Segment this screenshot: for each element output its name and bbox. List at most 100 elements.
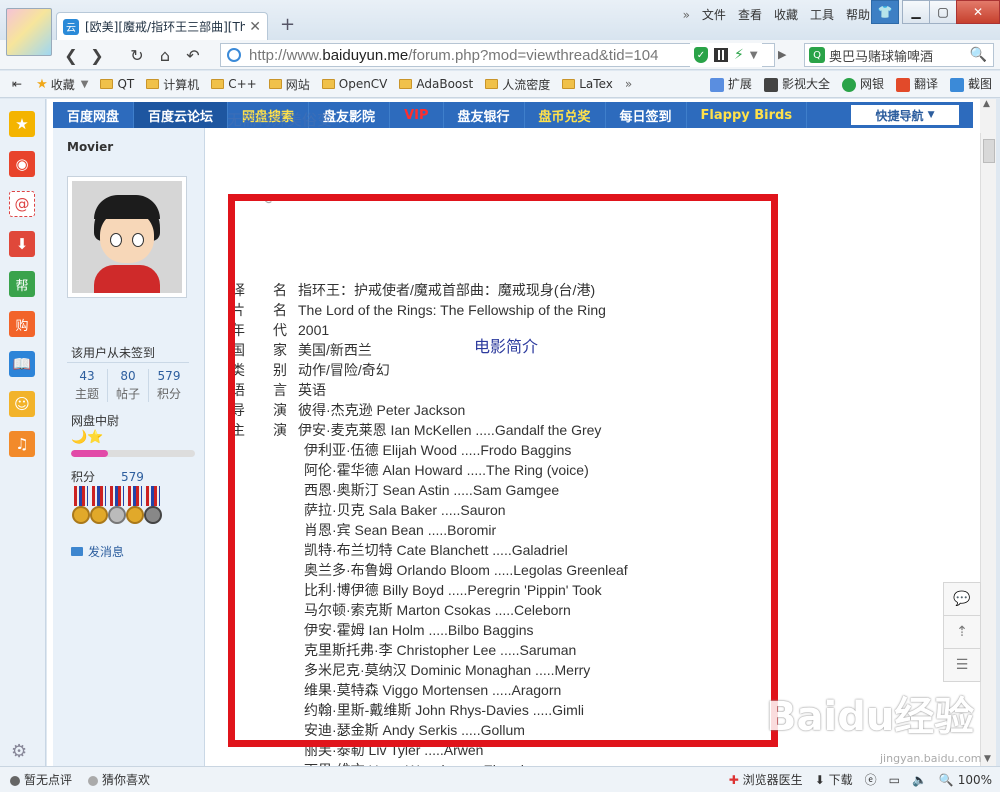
folder-icon <box>562 79 576 89</box>
new-tab-button[interactable]: + <box>280 14 295 35</box>
qr-code-icon[interactable] <box>714 48 728 62</box>
tab-active[interactable]: 云 [欧美][魔戒/指环王三部曲][The Lord ✕ <box>56 12 268 40</box>
scroll-down-icon[interactable]: ▼ <box>984 754 991 764</box>
menu-help[interactable]: 帮助 <box>846 6 870 23</box>
search-input[interactable]: Q 奥巴马赌球输啤酒 🔍 <box>804 43 994 67</box>
nav-exchange[interactable]: 盘币兑奖 <box>525 102 606 128</box>
menu-expand-icon[interactable]: » <box>683 8 690 22</box>
bank-button[interactable]: 网银 <box>841 75 884 92</box>
bookmark-favorites[interactable]: ★ 收藏 ▼ <box>36 76 88 93</box>
volume-icon[interactable]: 🔈 <box>912 773 927 787</box>
quick-nav-button[interactable]: 快捷导航 ▼ <box>851 105 959 125</box>
nav-overlay-text: 无需特殊美俗变 <box>227 111 333 129</box>
screenshot-button[interactable]: 截图 <box>949 75 992 92</box>
forward-icon[interactable]: ❯ <box>86 44 108 66</box>
mail-icon[interactable]: @ <box>9 191 35 217</box>
close-button[interactable]: ✕ <box>956 0 1000 24</box>
translate-button[interactable]: 翻译 <box>895 75 938 92</box>
tab-close-icon[interactable]: ✕ <box>249 19 261 35</box>
recommend-button[interactable]: 猜你喜欢 <box>88 771 150 788</box>
download-icon[interactable]: ⬇ <box>9 231 35 257</box>
nav-baidu-pan[interactable]: 百度网盘 <box>53 102 135 128</box>
medal-icon[interactable] <box>143 486 163 532</box>
cast-entry: 伊安·霍姆 Ian Holm .....Bilbo Baggins <box>304 622 534 638</box>
bookmark-opencv[interactable]: OpenCV <box>321 77 387 91</box>
cast-entry: 约翰·里斯-戴维斯 John Rhys-Davies .....Gimli <box>304 702 585 718</box>
help-icon[interactable]: 帮 <box>9 271 35 297</box>
no-review-button[interactable]: 暂无点评 <box>10 771 72 788</box>
avatar[interactable] <box>67 176 187 298</box>
stat-points[interactable]: 579 积分 <box>149 369 189 402</box>
settings-gear-icon[interactable]: ⚙ <box>11 741 27 762</box>
nav-daily-signin[interactable]: 每日签到 <box>606 102 687 128</box>
username[interactable]: Movier <box>67 140 113 154</box>
bookmark-qt[interactable]: QT <box>100 77 134 91</box>
synopsis-title: 电影简介 <box>474 339 539 356</box>
emoji-icon[interactable]: ☺ <box>9 391 35 417</box>
info-value: 指环王：护戒使者/魔戒首部曲：魔戒现身(台/港) <box>298 282 596 298</box>
shopping-icon[interactable]: 购 <box>9 311 35 337</box>
undo-icon[interactable]: ↶ <box>182 44 204 66</box>
medal-coin <box>144 506 162 524</box>
bookmark-cpp[interactable]: C++ <box>211 77 257 91</box>
stat-number: 579 <box>157 369 181 383</box>
monitor-icon[interactable]: ▭ <box>889 773 900 787</box>
go-icon[interactable]: ▶ <box>778 48 786 61</box>
menu-file[interactable]: 文件 <box>702 6 726 23</box>
search-icon[interactable]: 🔍 <box>970 47 987 63</box>
video-button[interactable]: 影视大全 <box>763 75 830 92</box>
nav-vip[interactable]: VIP <box>390 102 444 128</box>
zoom-level: 100% <box>957 772 992 787</box>
browser-doctor-button[interactable]: ✚ 浏览器医生 <box>729 771 803 788</box>
download-button[interactable]: ⬇ 下载 <box>815 771 853 788</box>
post-content: ⟳ 电影简介 译 名指环王：护戒使者/魔戒首部曲：魔戒现身(台/港) 片 名 The… <box>206 128 980 766</box>
comment-icon[interactable]: 💬 <box>943 582 981 616</box>
stat-posts[interactable]: 80 帖子 <box>108 369 149 402</box>
scrollbar-thumb[interactable] <box>983 139 995 163</box>
favorites-star-icon[interactable]: ★ <box>9 111 35 137</box>
music-icon[interactable]: ♫ <box>9 431 35 457</box>
bookmark-crowd-density[interactable]: 人流密度 <box>485 76 550 93</box>
maximize-button[interactable]: ▢ <box>929 0 957 24</box>
bookmark-adaboost[interactable]: AdaBoost <box>399 77 473 91</box>
medal-icon[interactable] <box>71 486 91 532</box>
scroll-up-icon[interactable]: ▲ <box>983 99 990 109</box>
menu-view[interactable]: 查看 <box>738 6 762 23</box>
info-value: 2001 <box>298 322 330 338</box>
medal-icon[interactable] <box>107 486 127 532</box>
security-shield-icon[interactable]: ✓ <box>694 47 708 63</box>
search-engine-icon[interactable]: Q <box>809 47 825 63</box>
send-message-link[interactable]: 发消息 <box>71 543 124 560</box>
menu-tools[interactable]: 工具 <box>810 6 834 23</box>
zoom-button[interactable]: 🔍 100% <box>939 773 992 787</box>
bookmark-computer[interactable]: 计算机 <box>146 76 199 93</box>
bookmark-sites[interactable]: 网站 <box>268 76 310 93</box>
image-reload-icon[interactable]: ⟳ <box>264 192 276 208</box>
nav-forum[interactable]: 百度云论坛 <box>134 102 229 128</box>
reload-icon[interactable]: ↻ <box>126 44 148 66</box>
extensions-button[interactable]: 扩展 <box>709 75 752 92</box>
url-dropdown-icon[interactable]: ▼ <box>750 50 758 61</box>
nav-flappy-birds[interactable]: Flappy Birds <box>687 102 808 128</box>
back-icon[interactable]: ❮ <box>60 44 82 66</box>
ie-mode-icon[interactable]: ⓔ <box>865 771 877 788</box>
bookmark-more-icon[interactable]: » <box>625 77 632 91</box>
medal-icon[interactable] <box>125 486 145 532</box>
menu-favorites[interactable]: 收藏 <box>774 6 798 23</box>
speed-mode-icon[interactable]: ⚡ <box>734 47 744 63</box>
nav-bank[interactable]: 盘友银行 <box>444 102 525 128</box>
list-icon[interactable]: ☰ <box>943 648 981 682</box>
home-icon[interactable]: ⌂ <box>154 44 176 66</box>
browser-logo[interactable] <box>6 8 52 56</box>
stat-topics[interactable]: 43 主题 <box>67 369 108 402</box>
book-icon[interactable]: 📖 <box>9 351 35 377</box>
bookmark-latex[interactable]: LaTex <box>562 77 613 91</box>
back-to-top-icon[interactable]: ⇡ <box>943 615 981 649</box>
scrollbar[interactable]: ▼ <box>980 133 996 766</box>
sidebar-toggle-icon[interactable]: ⇤ <box>12 77 22 91</box>
user-profile-panel: Movier 该用户从未签到 43 主题 80 帖子 579 积分 网盘中尉 🌙⭐ 积… <box>53 128 205 766</box>
minimize-button[interactable]: ▁ <box>902 0 930 24</box>
weibo-icon[interactable]: ◉ <box>9 151 35 177</box>
skin-icon[interactable]: 👕 <box>871 0 899 24</box>
medal-icon[interactable] <box>89 486 109 532</box>
